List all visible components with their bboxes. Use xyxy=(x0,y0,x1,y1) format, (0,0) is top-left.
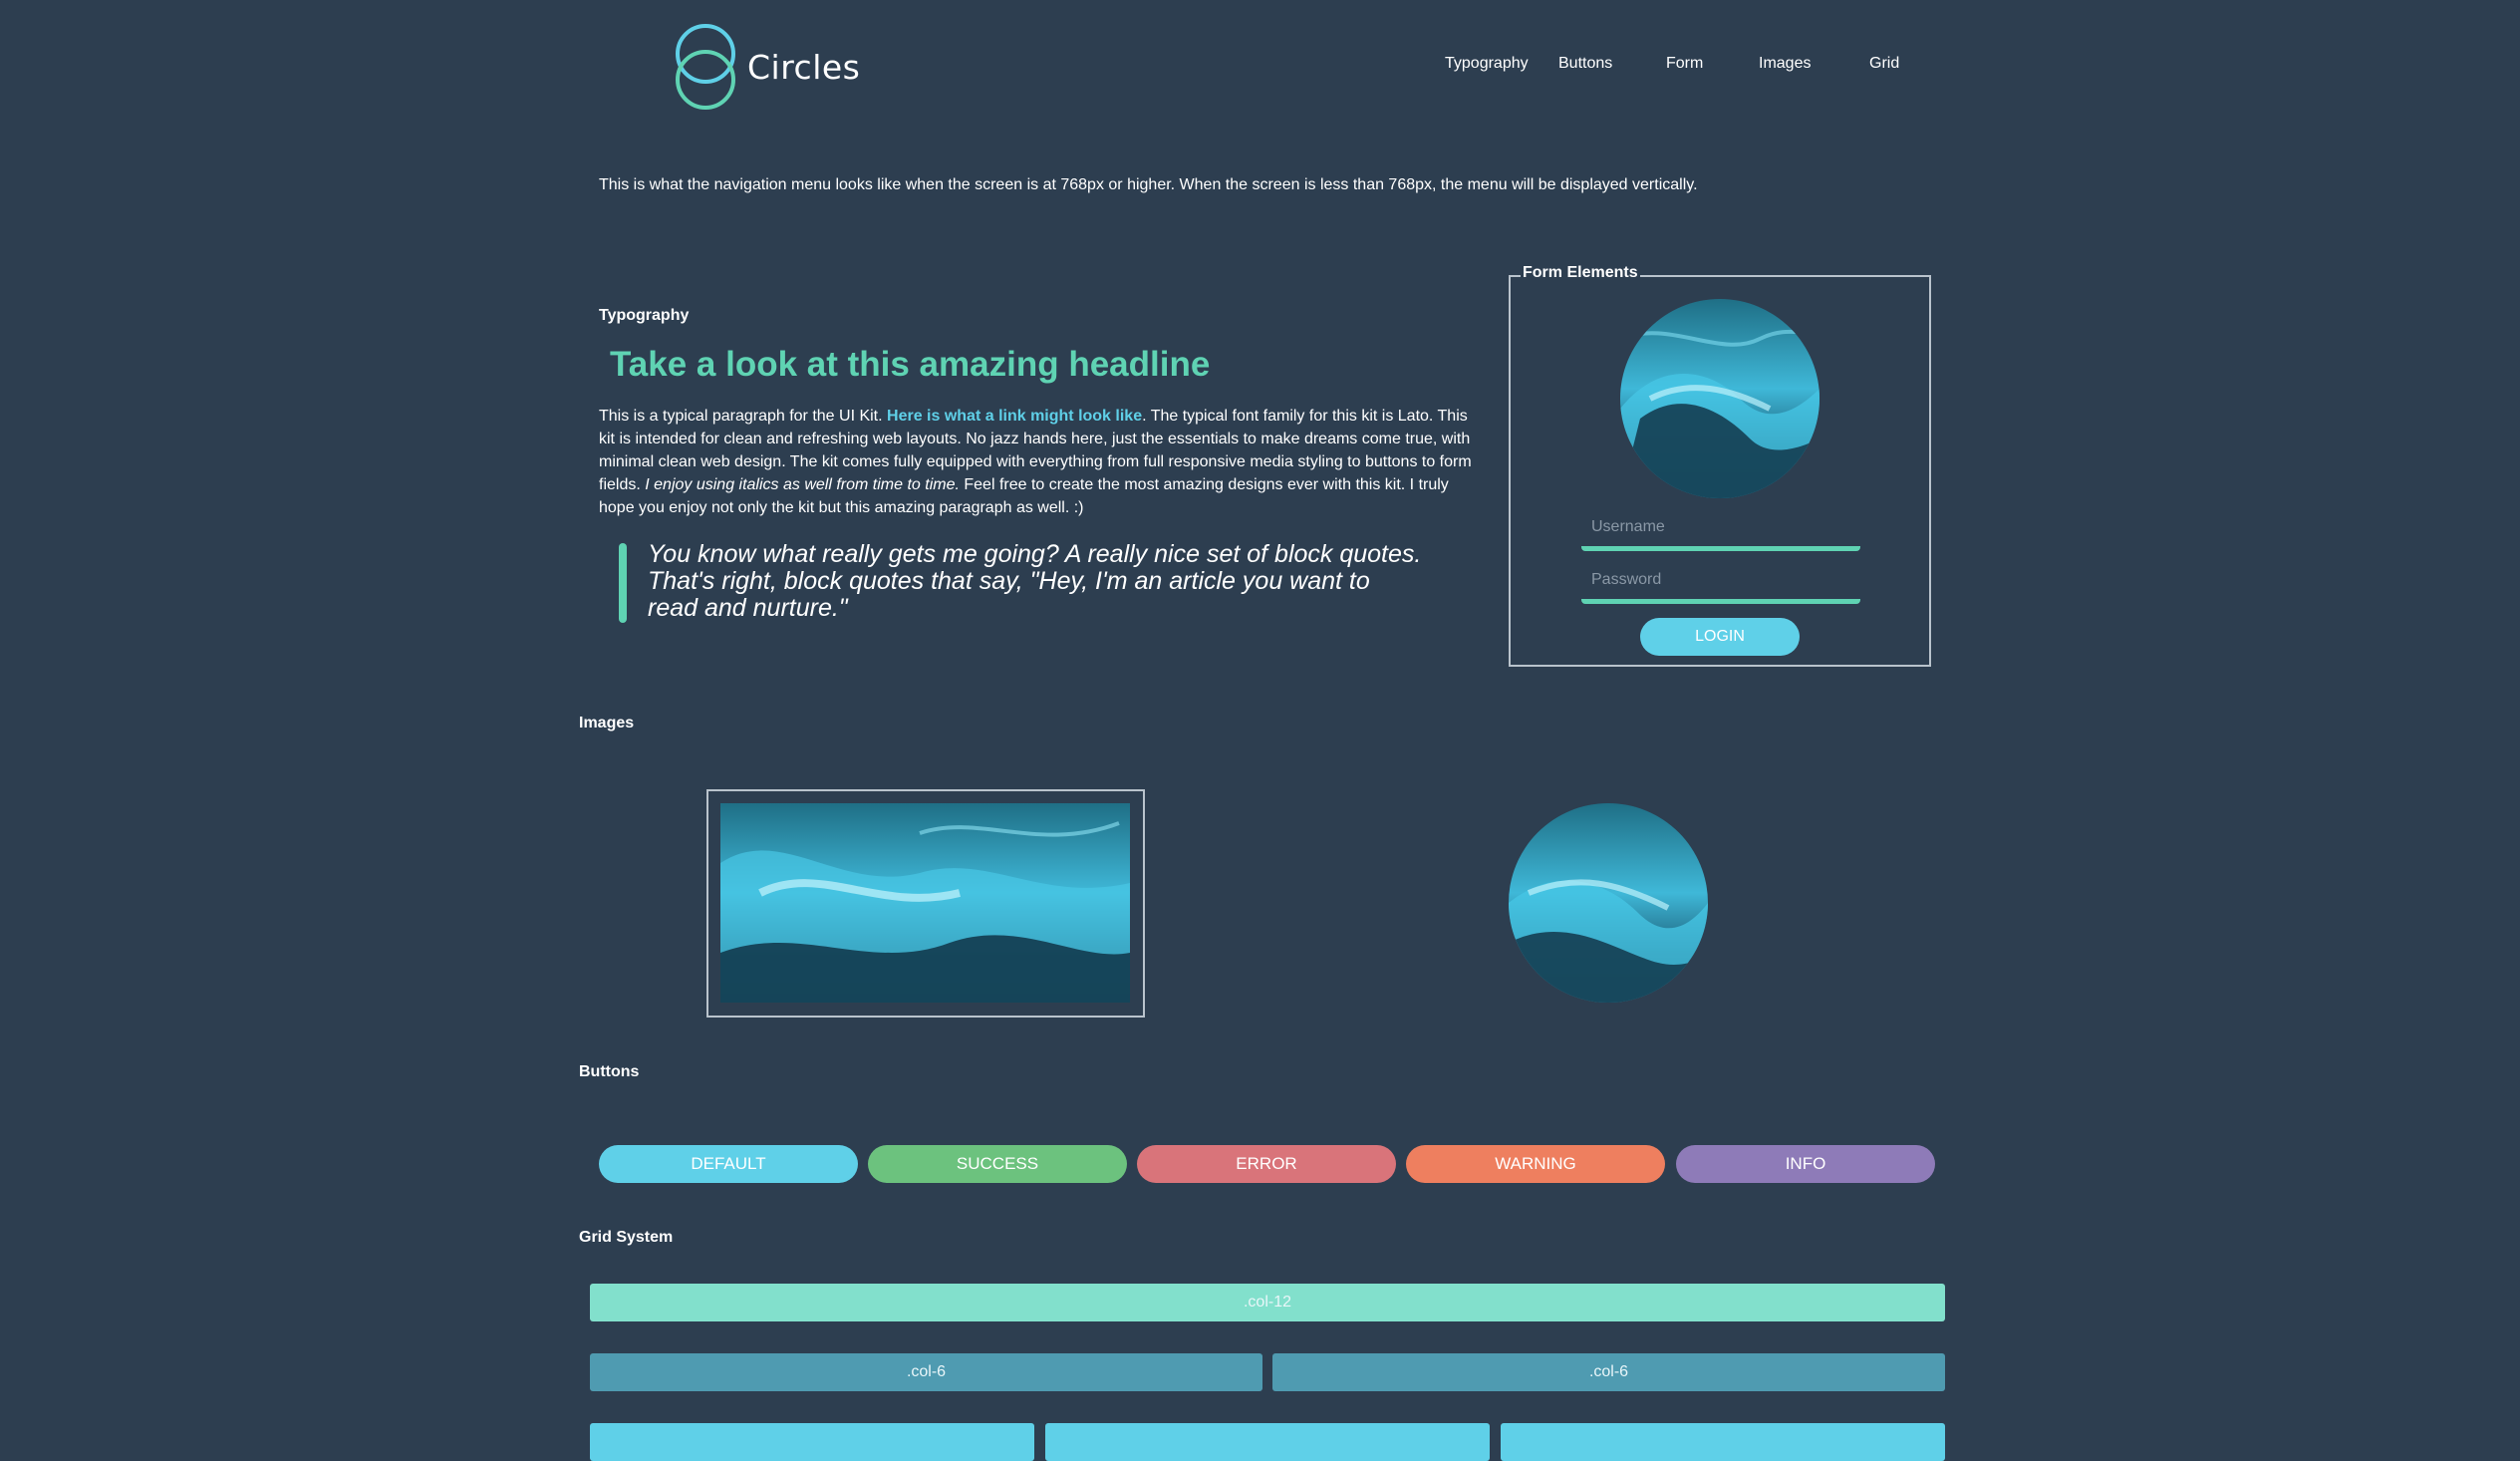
sample-link[interactable]: Here is what a link might look like xyxy=(887,408,1142,425)
nav-item-form[interactable]: Form xyxy=(1666,55,1703,73)
nav-item-typography[interactable]: Typography xyxy=(1445,55,1529,73)
grid-col-6: .col-6 xyxy=(1272,1353,1945,1391)
logo-icon[interactable] xyxy=(674,24,737,110)
grid-col-12: .col-12 xyxy=(590,1284,1945,1321)
nav-item-buttons[interactable]: Buttons xyxy=(1558,55,1612,73)
default-button[interactable]: DEFAULT xyxy=(599,1145,858,1183)
section-title-typography: Typography xyxy=(599,307,690,324)
password-field[interactable] xyxy=(1581,561,1860,604)
grid-col-4 xyxy=(590,1423,1034,1461)
wave-image-circle xyxy=(1509,803,1708,1003)
avatar-image xyxy=(1620,299,1820,498)
password-input[interactable] xyxy=(1581,561,1860,599)
nav-item-images[interactable]: Images xyxy=(1759,55,1811,73)
wave-image-rectangle xyxy=(720,803,1130,1003)
headline: Take a look at this amazing headline xyxy=(610,345,1211,384)
nav-item-grid[interactable]: Grid xyxy=(1869,55,1899,73)
paragraph-italic: I enjoy using italics as well from time … xyxy=(645,476,960,493)
blockquote: You know what really gets me going? A re… xyxy=(648,540,1422,622)
login-button[interactable]: LOGIN xyxy=(1640,618,1800,656)
nav-note: This is what the navigation menu looks l… xyxy=(599,176,1698,193)
section-title-buttons: Buttons xyxy=(579,1063,640,1080)
error-button[interactable]: ERROR xyxy=(1137,1145,1396,1183)
section-title-grid: Grid System xyxy=(579,1229,674,1246)
grid-col-4 xyxy=(1501,1423,1945,1461)
grid-col-6: .col-6 xyxy=(590,1353,1262,1391)
success-button[interactable]: SUCCESS xyxy=(868,1145,1127,1183)
paragraph: This is a typical paragraph for the UI K… xyxy=(599,405,1476,519)
logo-text[interactable]: Circles xyxy=(747,48,860,87)
section-title-images: Images xyxy=(579,715,635,731)
username-field[interactable] xyxy=(1581,508,1860,551)
warning-button[interactable]: WARNING xyxy=(1406,1145,1665,1183)
grid-col-4 xyxy=(1045,1423,1490,1461)
form-legend: Form Elements xyxy=(1521,264,1640,282)
info-button[interactable]: INFO xyxy=(1676,1145,1935,1183)
username-input[interactable] xyxy=(1581,508,1860,546)
paragraph-text-1: This is a typical paragraph for the UI K… xyxy=(599,408,888,425)
blockquote-bar xyxy=(619,543,627,623)
